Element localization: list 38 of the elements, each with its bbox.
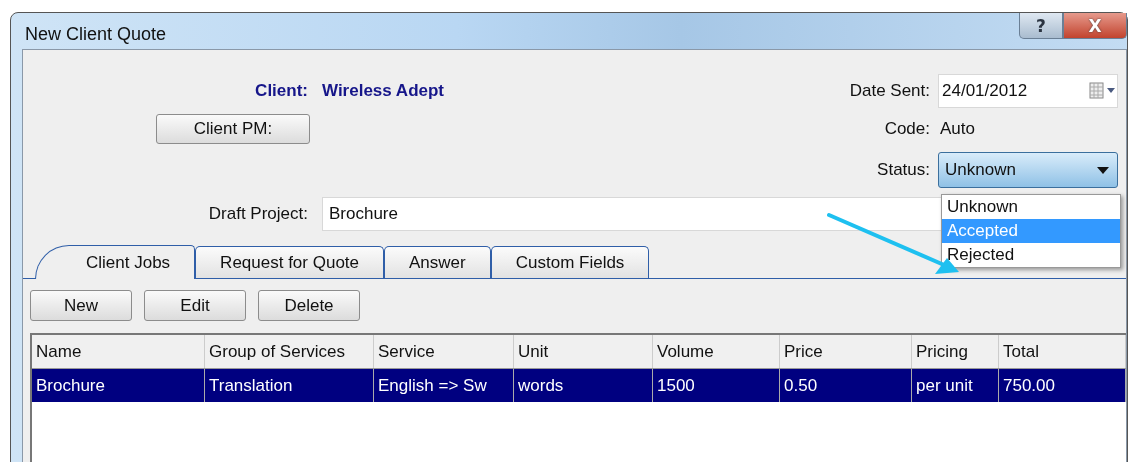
column-header[interactable]: Volume bbox=[653, 335, 780, 368]
field-label: Status: bbox=[876, 160, 930, 180]
table-cell: Translation bbox=[205, 369, 374, 402]
client-pm-button[interactable]: Client PM: bbox=[156, 114, 310, 144]
field-label: Date Sent: bbox=[849, 81, 930, 101]
status-dropdown[interactable]: Unknown bbox=[938, 152, 1118, 188]
table-cell: 1500 bbox=[653, 369, 780, 402]
tab[interactable]: Answer bbox=[384, 246, 491, 278]
field-label: Draft Project: bbox=[207, 204, 308, 224]
toolbar-button[interactable]: New bbox=[30, 290, 132, 321]
column-header[interactable]: Unit bbox=[514, 335, 653, 368]
help-button[interactable]: ? bbox=[1019, 13, 1063, 39]
column-header[interactable]: Total bbox=[999, 335, 1126, 368]
column-header[interactable]: Price bbox=[780, 335, 912, 368]
field-label: Code: bbox=[883, 119, 930, 139]
client-name: Wireless Adept bbox=[321, 81, 446, 101]
table-cell: English => Sw bbox=[374, 369, 514, 402]
table-row[interactable]: Brochure Translation English => Sw words 1500 0.50 per unit 750.00 bbox=[32, 369, 1126, 402]
column-header[interactable]: Group of Services bbox=[205, 335, 374, 368]
tab[interactable]: Request for Quote bbox=[195, 246, 385, 278]
table-cell: words bbox=[514, 369, 653, 402]
date-field[interactable]: 24/01/2012 bbox=[938, 74, 1118, 108]
table-cell: per unit bbox=[912, 369, 999, 402]
column-header[interactable]: Service bbox=[374, 335, 514, 368]
window-title: New Client Quote bbox=[24, 22, 167, 45]
toolbar-button[interactable]: Delete bbox=[258, 290, 360, 321]
table-cell: Brochure bbox=[32, 369, 205, 402]
tab[interactable]: Client Jobs bbox=[35, 245, 196, 279]
tab[interactable]: Custom Fields bbox=[490, 246, 650, 278]
column-header[interactable]: Name bbox=[32, 335, 205, 368]
code-value: Auto bbox=[939, 119, 976, 139]
dropdown-option[interactable]: Rejected bbox=[942, 243, 1120, 267]
dropdown-option[interactable]: Unknown bbox=[942, 195, 1120, 219]
toolbar-button[interactable]: Edit bbox=[144, 290, 246, 321]
column-header[interactable]: Pricing bbox=[912, 335, 999, 368]
table-cell: 750.00 bbox=[999, 369, 1126, 402]
table-cell: 0.50 bbox=[780, 369, 912, 402]
client-label: Client: bbox=[254, 81, 308, 101]
